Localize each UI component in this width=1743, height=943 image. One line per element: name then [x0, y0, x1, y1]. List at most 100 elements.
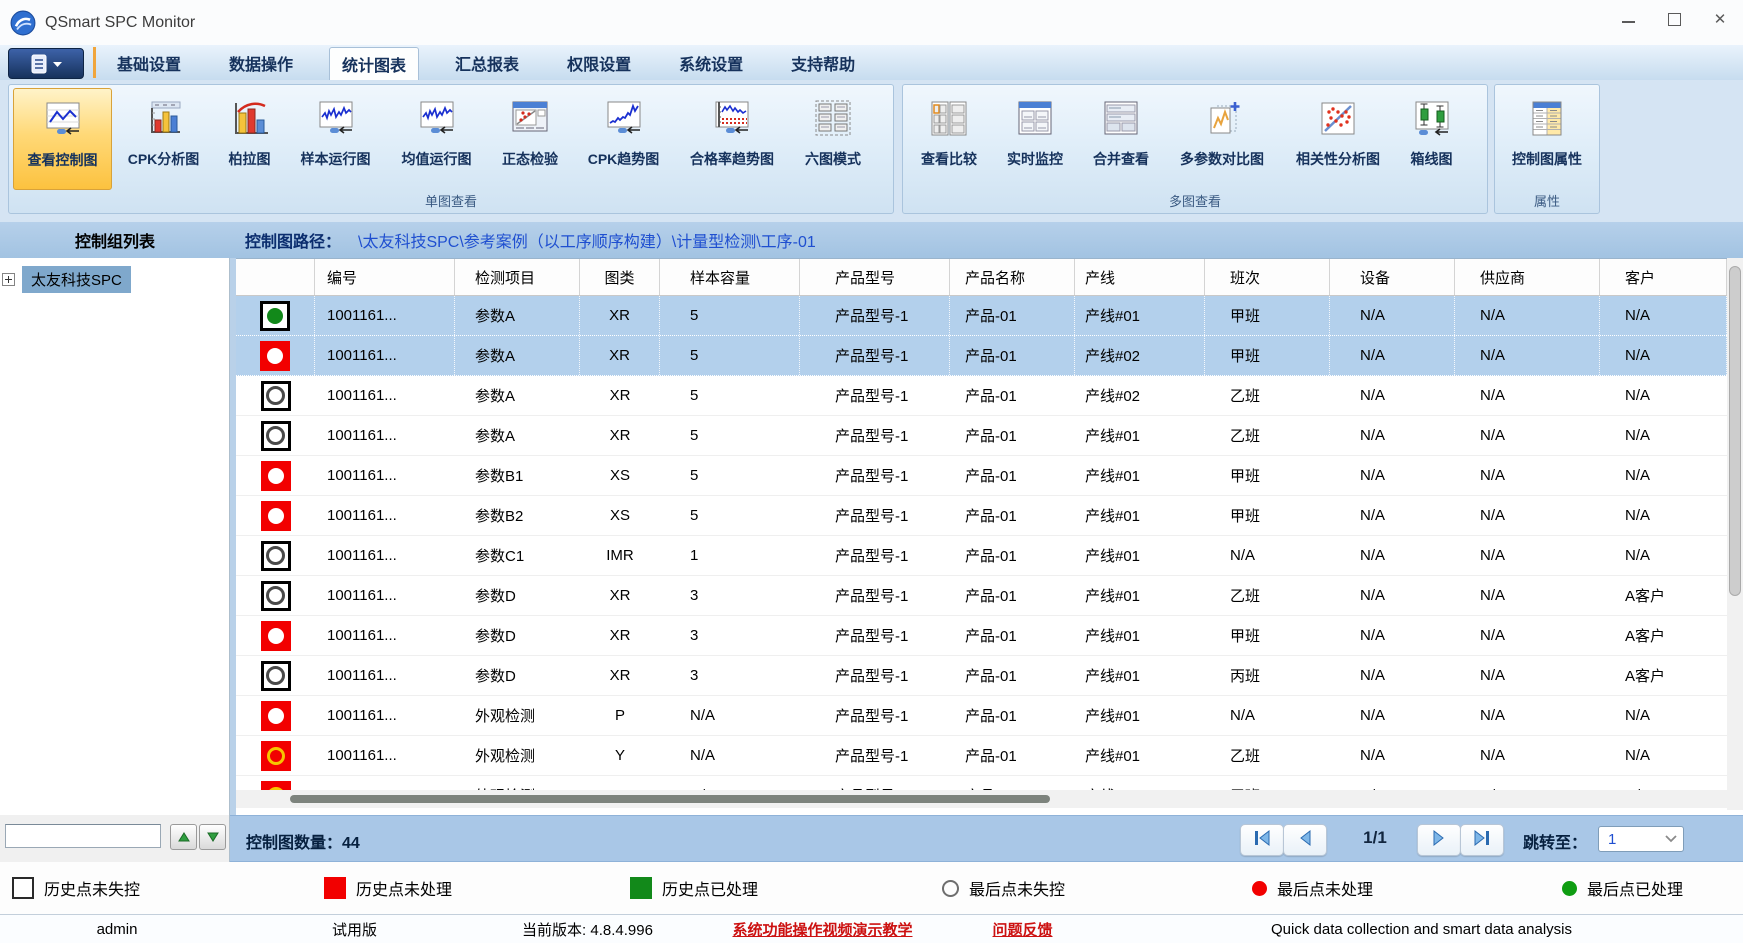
ribbon-item-label: 查看控制图 [28, 150, 98, 170]
cpk-trend-icon [600, 95, 648, 143]
tab-statistic-charts[interactable]: 统计图表 [329, 47, 419, 80]
first-page-button[interactable] [1240, 824, 1284, 856]
cell: N/A [1455, 576, 1600, 615]
ribbon-group-label: 单图查看 [9, 191, 893, 210]
table-row[interactable]: 1001161...外观检测PN/A产品型号-1产品-01产线#01N/AN/A… [236, 696, 1727, 736]
tree-filter-input[interactable] [5, 824, 161, 848]
ribbon-item-pass-rate-trend-chart[interactable]: 合格率趋势图 [675, 88, 789, 190]
move-up-button[interactable] [170, 824, 197, 850]
cell: 1001161... [315, 336, 455, 375]
vertical-scrollbar[interactable] [1727, 258, 1743, 810]
cell: 1001161... [315, 536, 455, 575]
table-row[interactable]: 1001161...参数AXR5产品型号-1产品-01产线#02甲班N/AN/A… [236, 336, 1727, 376]
ribbon-item-view-control-chart[interactable]: 查看控制图 [13, 88, 112, 190]
table-row[interactable]: 1001161...外观检测YN/A产品型号-1产品-01产线#01乙班N/AN… [236, 736, 1727, 776]
cell: N/A [1600, 456, 1727, 495]
table-row[interactable]: 1001161...参数C1IMR1产品型号-1产品-01产线#01N/AN/A… [236, 536, 1727, 576]
table-row[interactable]: 1001161...参数AXR5产品型号-1产品-01产线#02乙班N/AN/A… [236, 376, 1727, 416]
status-cell [236, 696, 315, 735]
cell: 产品-01 [950, 776, 1075, 790]
cell: 产品型号-1 [800, 536, 950, 575]
column-header-8[interactable]: 班次 [1205, 259, 1330, 295]
app-menu-icon [25, 53, 67, 75]
ribbon-item-view-compare[interactable]: 查看比较 [907, 88, 991, 190]
ribbon-item-mean-run-chart[interactable]: 均值运行图 [387, 88, 486, 190]
ribbon-item-six-chart-mode[interactable]: 六图模式 [791, 88, 875, 190]
tab-permission-settings[interactable]: 权限设置 [555, 45, 643, 80]
column-header-5[interactable]: 产品型号 [800, 259, 950, 295]
table-row[interactable]: 1001161...参数AXR5产品型号-1产品-01产线#01甲班N/AN/A… [236, 296, 1727, 336]
last-page-button[interactable] [1460, 824, 1504, 856]
close-button[interactable]: ✕ [1697, 0, 1743, 38]
tab-summary-reports[interactable]: 汇总报表 [443, 45, 531, 80]
ribbon-item-merged-view[interactable]: 合并查看 [1079, 88, 1163, 190]
column-header-9[interactable]: 设备 [1330, 259, 1455, 295]
table-row[interactable]: 1001161...参数AXR5产品型号-1产品-01产线#01乙班N/AN/A… [236, 416, 1727, 456]
ribbon-item-correlation-analysis-chart[interactable]: 相关性分析图 [1281, 88, 1395, 190]
square-green-icon [630, 877, 652, 899]
status-icon-hollow [261, 541, 291, 571]
legend-item-history-point-unhandled: 历史点未处理 [324, 862, 452, 914]
minimize-button[interactable] [1605, 0, 1651, 38]
ribbon-item-realtime-monitor[interactable]: 实时监控 [993, 88, 1077, 190]
column-header-7[interactable]: 产线 [1075, 259, 1205, 295]
ribbon-item-normality-test[interactable]: 正态检验 [488, 88, 572, 190]
tab-support-help[interactable]: 支持帮助 [779, 45, 867, 80]
column-header-4[interactable]: 样本容量 [660, 259, 800, 295]
move-down-button[interactable] [199, 824, 226, 850]
column-header-2[interactable]: 检测项目 [455, 259, 580, 295]
ribbon-item-sample-run-chart[interactable]: 样本运行图 [286, 88, 385, 190]
ribbon-item-pareto-chart[interactable]: 柏拉图 [215, 88, 284, 190]
ribbon-group-items: 查看控制图 CPK分析图柏拉图样本运行图均值运行图正态检验CPK趋势图合格率趋势图… [13, 88, 889, 190]
cell: 产品型号-1 [800, 696, 950, 735]
column-header-11[interactable]: 客户 [1600, 259, 1727, 295]
chart-props-icon [1523, 95, 1571, 143]
table-row[interactable]: 1001161...外观检测YN/A产品型号-1产品-01产线#01甲班N/AN… [236, 776, 1727, 790]
ribbon-item-box-plot-chart[interactable]: 箱线图 [1397, 88, 1466, 190]
app-menu-button[interactable] [8, 48, 84, 79]
ribbon-group-label: 多图查看 [903, 191, 1487, 210]
cell: XR [580, 416, 660, 455]
jump-page-select[interactable]: 1 [1598, 826, 1684, 852]
window-title: QSmart SPC Monitor [45, 14, 195, 32]
tab-basic-settings[interactable]: 基础设置 [105, 45, 193, 80]
ribbon-item-cpk-analysis-chart[interactable]: CPK分析图 [114, 88, 213, 190]
table-row[interactable]: 1001161...参数B1XS5产品型号-1产品-01产线#01甲班N/AN/… [236, 456, 1727, 496]
cell: N/A [1330, 416, 1455, 455]
tab-data-operations[interactable]: 数据操作 [217, 45, 305, 80]
horizontal-scrollbar[interactable] [236, 790, 1727, 808]
ribbon-item-control-chart-properties[interactable]: 控制图属性 [1499, 88, 1595, 190]
ribbon-item-label: 箱线图 [1411, 149, 1453, 169]
status-feedback-link[interactable]: 问题反馈 [945, 915, 1100, 943]
next-page-button[interactable] [1417, 824, 1461, 856]
table-row[interactable]: 1001161...参数B2XS5产品型号-1产品-01产线#01甲班N/AN/… [236, 496, 1727, 536]
cell: 3 [660, 616, 800, 655]
cell: 产线#02 [1075, 376, 1205, 415]
maximize-button[interactable] [1651, 0, 1697, 38]
table-row[interactable]: 1001161...参数DXR3产品型号-1产品-01产线#01乙班N/AN/A… [236, 576, 1727, 616]
column-header-10[interactable]: 供应商 [1455, 259, 1600, 295]
tab-system-settings[interactable]: 系统设置 [667, 45, 755, 80]
previous-page-button[interactable] [1283, 824, 1327, 856]
column-header-6[interactable]: 产品名称 [950, 259, 1075, 295]
ribbon-item-multi-parameter-compare-chart[interactable]: 多参数对比图 [1165, 88, 1279, 190]
cell: 乙班 [1205, 376, 1330, 415]
ribbon-item-cpk-trend-chart[interactable]: CPK趋势图 [574, 88, 673, 190]
cell: IMR [580, 536, 660, 575]
cell: N/A [1455, 736, 1600, 775]
view-compare-icon [925, 95, 973, 143]
table-row[interactable]: 1001161...参数DXR3产品型号-1产品-01产线#01甲班N/AN/A… [236, 616, 1727, 656]
tree-item-taiyou-spc[interactable]: 太友科技SPC [2, 266, 131, 293]
cell: 乙班 [1205, 736, 1330, 775]
cell: N/A [1600, 376, 1727, 415]
column-header-0[interactable] [236, 259, 315, 295]
cell: 甲班 [1205, 776, 1330, 790]
status-video-tutorial-link[interactable]: 系统功能操作视频演示教学 [700, 915, 945, 943]
table-row[interactable]: 1001161...参数DXR3产品型号-1产品-01产线#01丙班N/AN/A… [236, 656, 1727, 696]
tree-expander-icon[interactable] [2, 273, 15, 286]
column-header-3[interactable]: 图类 [580, 259, 660, 295]
vertical-scrollbar-thumb[interactable] [1729, 266, 1741, 596]
chart-count-label: 控制图数量：44 [246, 829, 360, 853]
column-header-1[interactable]: 编号 [315, 259, 455, 295]
horizontal-scrollbar-thumb[interactable] [290, 795, 1050, 803]
